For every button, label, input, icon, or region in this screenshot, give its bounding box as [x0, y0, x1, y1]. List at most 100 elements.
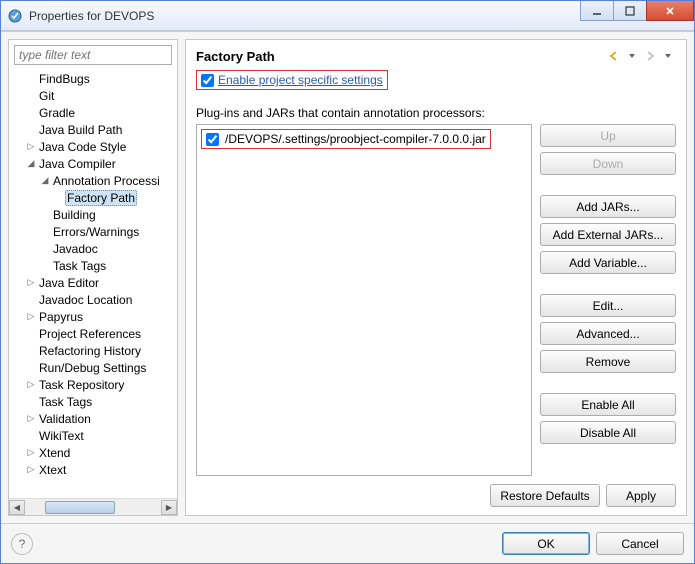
tree-item[interactable]: ▷Xtend [9, 444, 177, 461]
tree-item-label: Gradle [37, 106, 77, 120]
tree-item-label: Java Code Style [37, 140, 128, 154]
left-panel: FindBugsGitGradleJava Build Path▷Java Co… [8, 39, 178, 516]
tree-item[interactable]: FindBugs [9, 70, 177, 87]
tree-item[interactable]: ▷Papyrus [9, 308, 177, 325]
collapsed-icon[interactable]: ▷ [25, 464, 37, 475]
properties-dialog: Properties for DEVOPS FindBugs Git Gradle J… [0, 0, 695, 564]
collapsed-icon[interactable]: ▷ [25, 141, 37, 152]
tree-item[interactable]: Task Tags [9, 257, 177, 274]
enable-project-specific-checkbox[interactable] [201, 74, 214, 87]
tree-item[interactable]: Java Build Path [9, 121, 177, 138]
tree-item[interactable]: ▷Java Code Style [9, 138, 177, 155]
tree-item-label: WikiText [37, 429, 86, 443]
tree-item[interactable]: ▷Task Repository [9, 376, 177, 393]
tree-item[interactable]: Gradle [9, 104, 177, 121]
cancel-button[interactable]: Cancel [596, 532, 684, 555]
disable-all-button[interactable]: Disable All [540, 421, 676, 444]
list-item-label: /DEVOPS/.settings/proobject-compiler-7.0… [225, 132, 486, 146]
scroll-left-button[interactable]: ◀ [9, 500, 25, 515]
tree-item[interactable]: Refactoring History [9, 342, 177, 359]
window-title: Properties for DEVOPS [29, 9, 581, 23]
add-external-jars-button[interactable]: Add External JARs... [540, 223, 676, 246]
edit-button[interactable]: Edit... [540, 294, 676, 317]
tree-item-label: Annotation Processi [51, 174, 162, 188]
tree-horizontal-scrollbar[interactable]: ◀ ▶ [9, 498, 177, 515]
tree-item-label: Errors/Warnings [51, 225, 141, 239]
tree-item-label: Java Editor [37, 276, 101, 290]
collapsed-icon[interactable]: ▷ [25, 413, 37, 424]
list-label: Plug-ins and JARs that contain annotatio… [196, 106, 676, 120]
tree-item[interactable]: Errors/Warnings [9, 223, 177, 240]
tree-item-label: Refactoring History [37, 344, 143, 358]
minimize-button[interactable] [580, 1, 614, 21]
ok-button[interactable]: OK [502, 532, 590, 555]
help-icon[interactable]: ? [11, 533, 33, 555]
forward-icon[interactable] [642, 48, 658, 64]
tree-item[interactable]: ▷Xtext [9, 461, 177, 478]
remove-button[interactable]: Remove [540, 350, 676, 373]
tree-item-label: Run/Debug Settings [37, 361, 148, 375]
tree-item[interactable]: ◢Annotation Processi [9, 172, 177, 189]
tree-item-label: Building [51, 208, 98, 222]
app-icon [7, 8, 23, 24]
collapsed-icon[interactable]: ▷ [25, 447, 37, 458]
tree-item-label: Xtext [37, 463, 68, 477]
collapsed-icon[interactable]: ▷ [25, 311, 37, 322]
tree-item[interactable]: ◢Java Compiler [9, 155, 177, 172]
tree-item[interactable]: Git [9, 87, 177, 104]
right-panel: Factory Path Enable project specific set… [185, 39, 687, 516]
list-item-checkbox[interactable] [206, 133, 219, 146]
collapsed-icon[interactable]: ▷ [25, 277, 37, 288]
tree-item[interactable]: ▷Java Editor [9, 274, 177, 291]
tree-item-label: FindBugs [37, 72, 92, 86]
tree-item-label: Task Repository [37, 378, 126, 392]
page-title: Factory Path [196, 49, 606, 64]
bottom-bar: ? OK Cancel [1, 523, 694, 563]
advanced-button[interactable]: Advanced... [540, 322, 676, 345]
list-item[interactable]: /DEVOPS/.settings/proobject-compiler-7.0… [201, 129, 491, 149]
down-button[interactable]: Down [540, 152, 676, 175]
scroll-thumb[interactable] [45, 501, 115, 514]
add-jars-button[interactable]: Add JARs... [540, 195, 676, 218]
collapsed-icon[interactable]: ▷ [25, 379, 37, 390]
tree-item-label: Factory Path [65, 190, 137, 206]
tree-item[interactable]: Run/Debug Settings [9, 359, 177, 376]
tree-item-label: Papyrus [37, 310, 85, 324]
tree-item-label: Project References [37, 327, 143, 341]
tree-item[interactable]: Building [9, 206, 177, 223]
tree-item-label: Java Compiler [37, 157, 118, 171]
tree-item[interactable]: Factory Path [9, 189, 177, 206]
tree-item-label: Xtend [37, 446, 72, 460]
enable-project-specific-link[interactable]: Enable project specific settings [218, 73, 383, 87]
tree-item-label: Git [37, 89, 56, 103]
tree-item-label: Javadoc Location [37, 293, 134, 307]
maximize-button[interactable] [613, 1, 647, 21]
up-button[interactable]: Up [540, 124, 676, 147]
titlebar[interactable]: Properties for DEVOPS [1, 1, 694, 31]
processor-list[interactable]: /DEVOPS/.settings/proobject-compiler-7.0… [196, 124, 532, 476]
tree-item[interactable]: Project References [9, 325, 177, 342]
tree-item[interactable]: Javadoc [9, 240, 177, 257]
properties-tree[interactable]: FindBugsGitGradleJava Build Path▷Java Co… [9, 70, 177, 498]
scroll-right-button[interactable]: ▶ [161, 500, 177, 515]
tree-item[interactable]: ▷Validation [9, 410, 177, 427]
tree-item-label: Javadoc [51, 242, 100, 256]
back-icon[interactable] [606, 48, 622, 64]
add-variable-button[interactable]: Add Variable... [540, 251, 676, 274]
close-button[interactable] [646, 1, 694, 21]
tree-item-label: Task Tags [37, 395, 94, 409]
enable-all-button[interactable]: Enable All [540, 393, 676, 416]
tree-item-label: Validation [37, 412, 93, 426]
expanded-icon[interactable]: ◢ [25, 158, 37, 169]
restore-defaults-button[interactable]: Restore Defaults [490, 484, 600, 507]
back-menu-icon[interactable] [624, 48, 640, 64]
tree-item[interactable]: Javadoc Location [9, 291, 177, 308]
tree-item-label: Java Build Path [37, 123, 124, 137]
tree-item[interactable]: WikiText [9, 427, 177, 444]
tree-item-label: Task Tags [51, 259, 108, 273]
tree-item[interactable]: Task Tags [9, 393, 177, 410]
apply-button[interactable]: Apply [606, 484, 676, 507]
expanded-icon[interactable]: ◢ [39, 175, 51, 186]
forward-menu-icon[interactable] [660, 48, 676, 64]
filter-input[interactable] [14, 45, 172, 65]
